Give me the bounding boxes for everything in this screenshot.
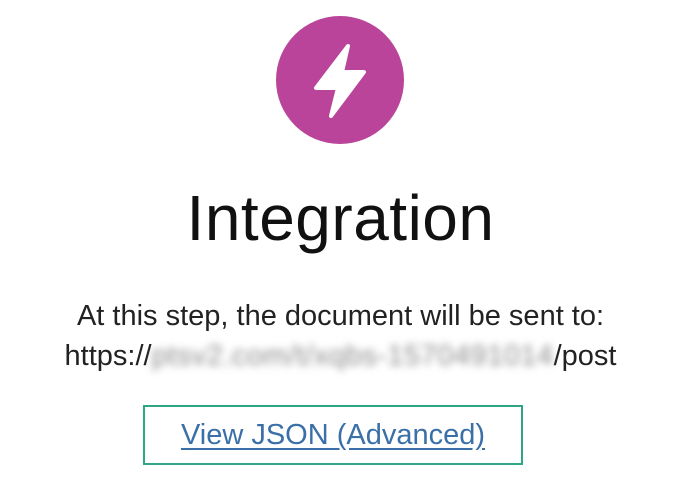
view-json-focus-box[interactable]: View JSON (Advanced) xyxy=(143,405,523,465)
step-description: At this step, the document will be sent … xyxy=(76,300,605,332)
url-suffix: /post xyxy=(553,340,617,372)
lightning-bolt-icon xyxy=(276,16,404,144)
url-prefix: https:// xyxy=(64,340,152,372)
url-redacted-path: ptsv2.com/t/xqbs-1570491014 xyxy=(151,340,554,372)
destination-url: https://ptsv2.com/t/xqbs-1570491014/post xyxy=(0,336,681,376)
view-json-link[interactable]: View JSON (Advanced) xyxy=(145,417,521,453)
step-title: Integration xyxy=(186,182,495,254)
integration-step-panel: Integration At this step, the document w… xyxy=(0,0,681,497)
